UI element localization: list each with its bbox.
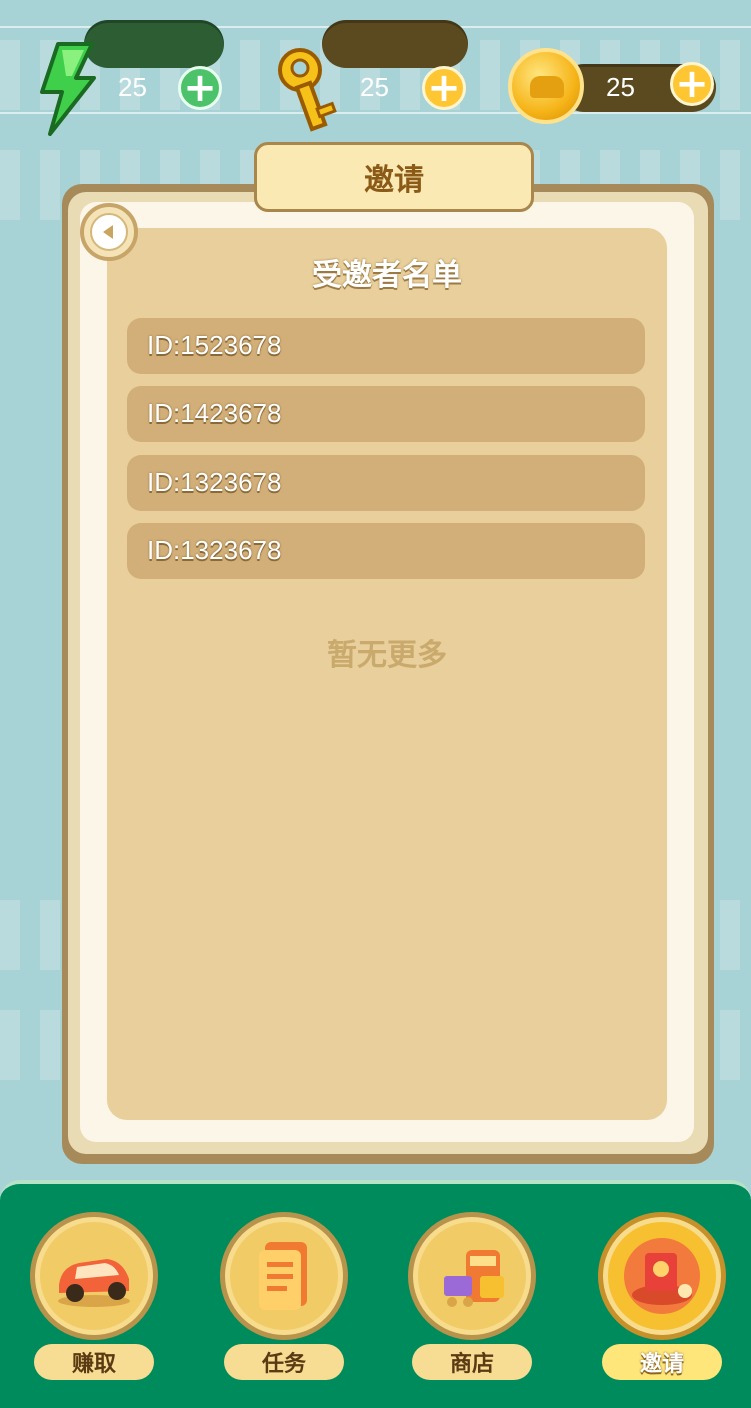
invitee-id: ID:1523678 xyxy=(147,330,282,360)
car-coin-icon xyxy=(508,48,584,124)
nav-label-invite[interactable]: 邀请 xyxy=(602,1344,722,1380)
shop-icon xyxy=(444,1250,504,1307)
nav-item-tasks[interactable]: 任务 xyxy=(220,1212,348,1396)
nav-item-earn[interactable]: 赚取 xyxy=(30,1212,158,1396)
nav-label-tasks[interactable]: 任务 xyxy=(224,1344,344,1380)
energy-value: 25 xyxy=(118,72,147,102)
background-stripe xyxy=(0,112,751,114)
invitee-id: ID:1323678 xyxy=(147,535,282,565)
panel-title-tab: 邀请 xyxy=(254,142,534,212)
nav-invite-button[interactable] xyxy=(598,1212,726,1340)
red-envelope-icon xyxy=(624,1238,700,1314)
no-more-note: 暂无更多 xyxy=(327,638,447,673)
nav-shop-button[interactable] xyxy=(408,1212,536,1340)
invitee-id: ID:1323678 xyxy=(147,467,282,497)
panel-title: 邀请 xyxy=(364,163,424,198)
invitee-row: ID:1323678 xyxy=(127,523,645,579)
nav-item-shop[interactable]: 商店 xyxy=(408,1212,536,1396)
nav-item-invite[interactable]: 邀请 xyxy=(598,1212,726,1396)
add-keys-button[interactable]: + xyxy=(422,66,466,110)
nav-label-earn[interactable]: 赚取 xyxy=(34,1344,154,1380)
add-energy-button[interactable]: + xyxy=(178,66,222,110)
task-list-icon xyxy=(259,1242,307,1310)
nav-label-shop[interactable]: 商店 xyxy=(412,1344,532,1380)
key-icon xyxy=(278,48,337,132)
nav-tasks-button[interactable] xyxy=(220,1212,348,1340)
invitee-id: ID:1423678 xyxy=(147,398,282,428)
invitee-list-title: 受邀者名单 xyxy=(312,258,462,293)
back-arrow-icon xyxy=(103,225,113,239)
nav-earn-button[interactable] xyxy=(30,1212,158,1340)
invitee-row: ID:1323678 xyxy=(127,455,645,511)
invitee-row: ID:1423678 xyxy=(127,386,645,442)
energy-counter xyxy=(84,20,224,68)
keys-value: 25 xyxy=(360,72,389,102)
lightning-bolt-icon xyxy=(40,42,96,136)
invitee-row: ID:1523678 xyxy=(127,318,645,374)
add-coins-button[interactable]: + xyxy=(670,62,714,106)
car-icon xyxy=(58,1259,130,1307)
coins-value: 25 xyxy=(606,72,635,102)
